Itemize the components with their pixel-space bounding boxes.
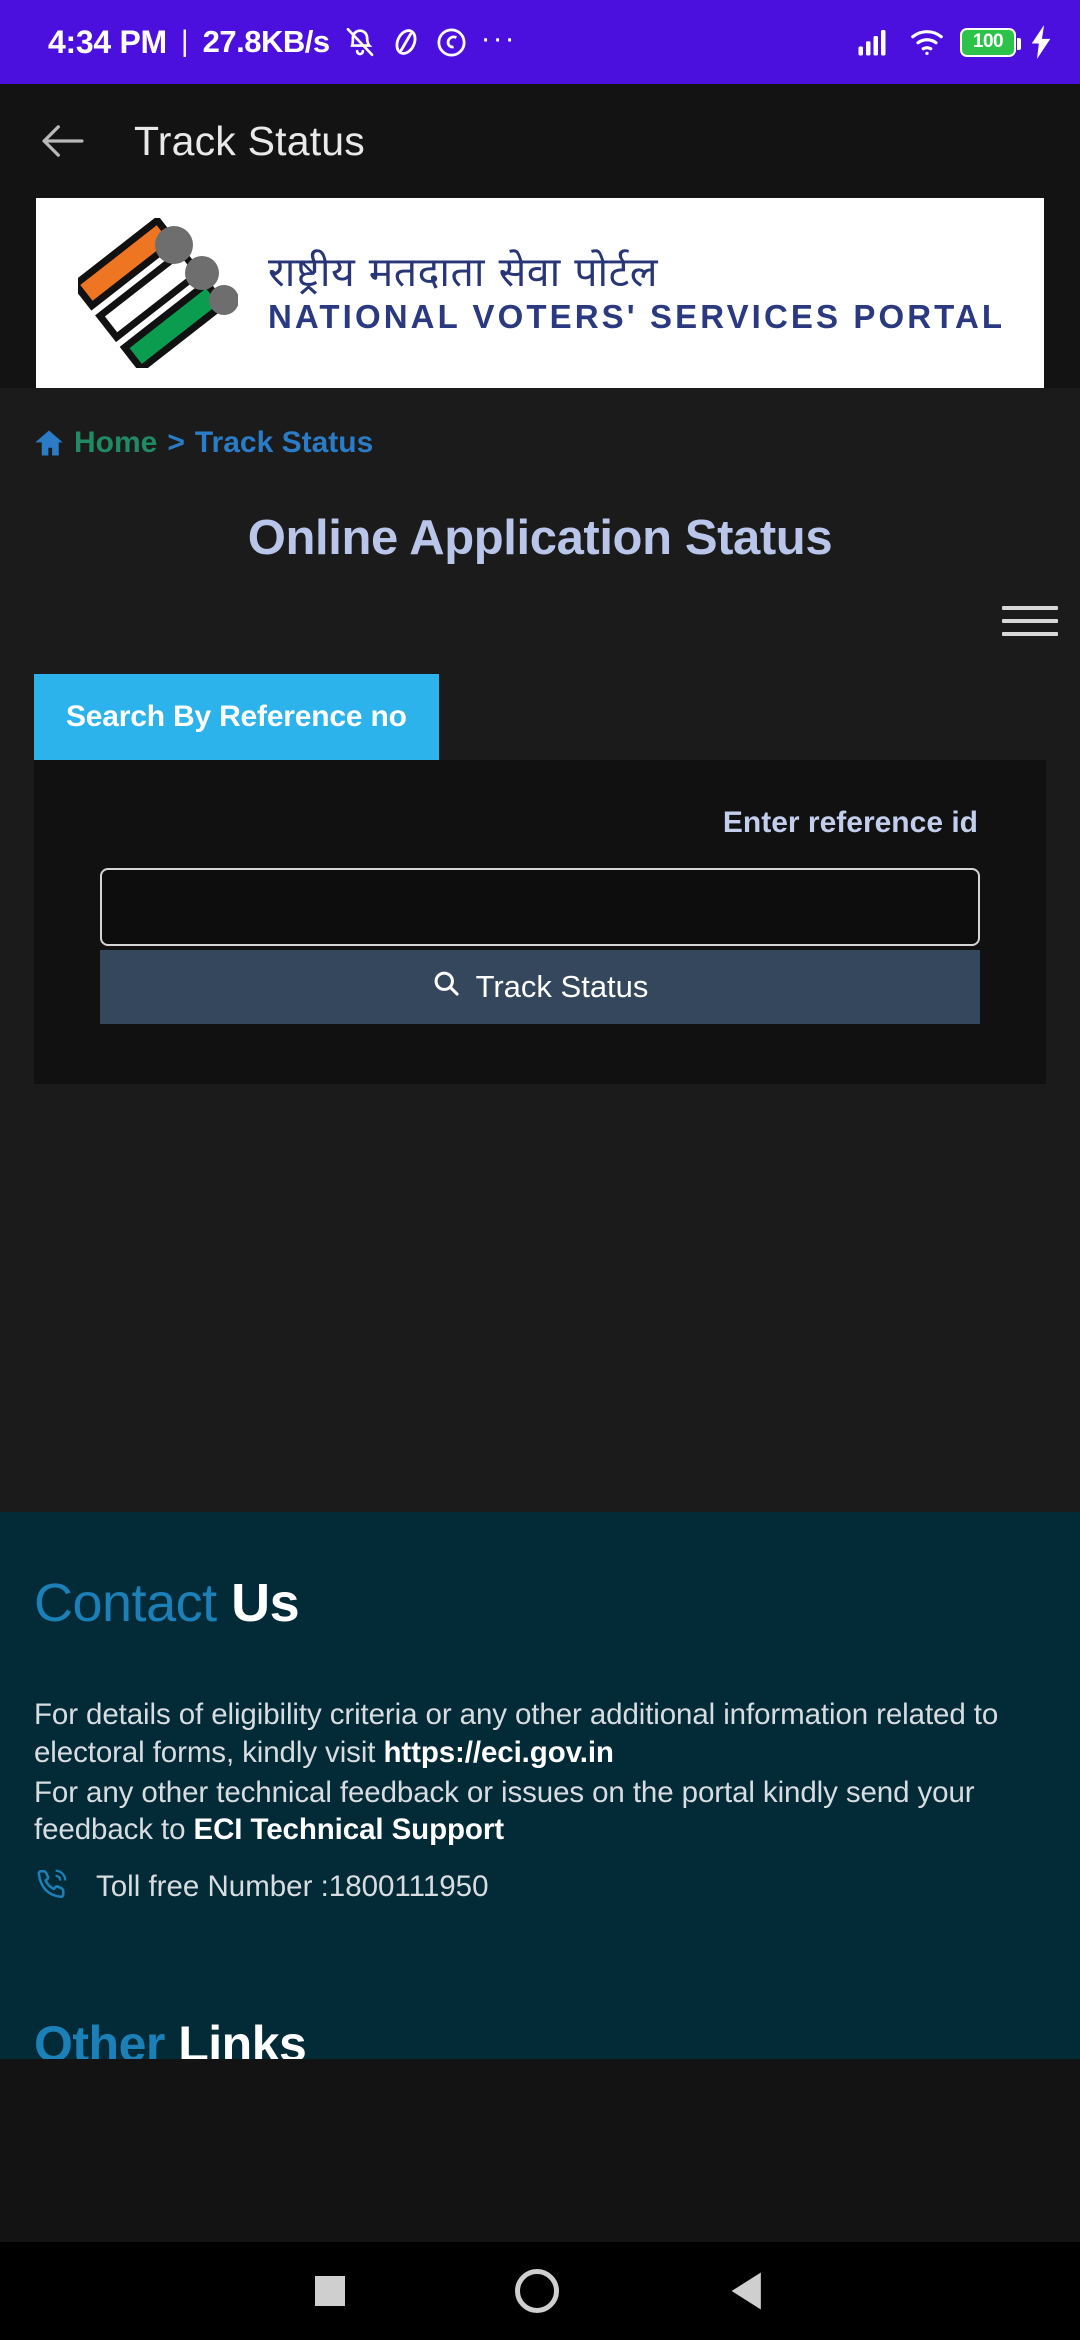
battery-icon: 100 [960, 27, 1021, 57]
banner-hindi-title: राष्ट्रीय मतदाता सेवा पोर्टल [268, 248, 659, 297]
hamburger-line [1002, 632, 1058, 636]
toll-free-number[interactable]: Toll free Number :1800111950 [96, 1870, 489, 1904]
banner-wrapper: राष्ट्रीय मतदाता सेवा पोर्टल NATIONAL VO… [0, 198, 1080, 388]
content-spacer [0, 1132, 1080, 1512]
battery-level: 100 [972, 31, 1004, 52]
links-word: Links [164, 2016, 307, 2059]
android-navigation-bar [0, 2242, 1080, 2340]
reference-id-label: Enter reference id [722, 806, 978, 839]
search-card-area: Search By Reference no Enter reference i… [0, 674, 1080, 1132]
status-time: 4:34 PM [48, 23, 167, 60]
data-saver-icon [435, 26, 468, 59]
contact-paragraph-2-text: For any other technical feedback or issu… [34, 1775, 975, 1847]
more-icon: ··· [480, 21, 517, 55]
status-bar-left: 4:34 PM | 27.8KB/s ··· [48, 21, 517, 61]
home-circle-icon[interactable] [515, 2269, 559, 2313]
search-form-card: Enter reference id Track Status [34, 760, 1046, 1084]
phone-icon [34, 1866, 70, 1907]
status-bar: 4:34 PM | 27.8KB/s ··· 100 [0, 0, 1080, 84]
hamburger-line [1002, 606, 1058, 610]
cellular-signal-icon [856, 27, 894, 57]
status-bar-right: 100 [856, 25, 1052, 59]
page-title: Track Status [134, 117, 366, 164]
back-button[interactable] [40, 118, 86, 164]
charging-bolt-icon [1030, 25, 1052, 59]
track-status-button-label: Track Status [475, 969, 649, 1004]
track-status-button[interactable]: Track Status [100, 950, 980, 1024]
hamburger-line [1002, 619, 1058, 623]
tab-row: Search By Reference no [0, 674, 1080, 760]
back-triangle-icon[interactable] [729, 2271, 765, 2311]
status-separator: | [180, 25, 189, 58]
contact-paragraph-2: For any other technical feedback or issu… [34, 1774, 1046, 1850]
dnd-icon [390, 26, 422, 58]
phone-screen: 4:34 PM | 27.8KB/s ··· 100 Track Status … [0, 0, 1080, 2340]
other-word: Other [34, 2016, 165, 2059]
breadcrumb-separator: > [167, 426, 185, 459]
recents-square-icon[interactable] [315, 2276, 345, 2306]
breadcrumb: Home > Track Status [0, 388, 1080, 460]
section-heading: Online Application Status [247, 511, 833, 565]
breadcrumb-home-link[interactable]: Home [74, 426, 157, 460]
mute-icon [343, 25, 377, 59]
eci-logo-icon [70, 215, 239, 374]
search-icon [432, 969, 460, 1005]
contact-paragraph-1: For details of eligibility criteria or a… [34, 1696, 1046, 1772]
banner-english-title: NATIONAL VOTERS' SERVICES PORTAL [268, 297, 1006, 335]
banner-text: राष्ट्रीय मतदाता सेवा पोर्टल NATIONAL VO… [268, 250, 1005, 335]
breadcrumb-current[interactable]: Track Status [195, 426, 373, 460]
wifi-icon [908, 27, 946, 57]
us-word: Us [231, 1573, 300, 1633]
page-content: राष्ट्रीय मतदाता सेवा पोर्टल NATIONAL VO… [0, 198, 1080, 1512]
contact-us-heading: Contact Us [34, 1572, 1046, 1634]
app-bar: Track Status [0, 84, 1080, 198]
other-links-heading: Other Links [34, 2015, 307, 2059]
card-footer-strip [34, 1084, 1046, 1132]
portal-banner: राष्ट्रीय मतदाता सेवा पोर्टल NATIONAL VO… [36, 198, 1044, 388]
tab-search-by-reference-no[interactable]: Search By Reference no [34, 674, 439, 760]
home-icon[interactable] [34, 429, 64, 457]
toll-free-row: Toll free Number :1800111950 [34, 1866, 1046, 1907]
network-speed: 27.8KB/s [202, 24, 330, 59]
eci-technical-support-link[interactable]: ECI Technical Support [194, 1813, 505, 1846]
contact-footer: Contact Us For details of eligibility cr… [0, 1512, 1080, 2059]
eci-website-link[interactable]: https://eci.gov.in [383, 1736, 613, 1769]
contact-word: Contact [34, 1573, 217, 1633]
menu-hamburger-icon[interactable] [1002, 606, 1058, 636]
reference-id-input[interactable] [100, 868, 980, 946]
